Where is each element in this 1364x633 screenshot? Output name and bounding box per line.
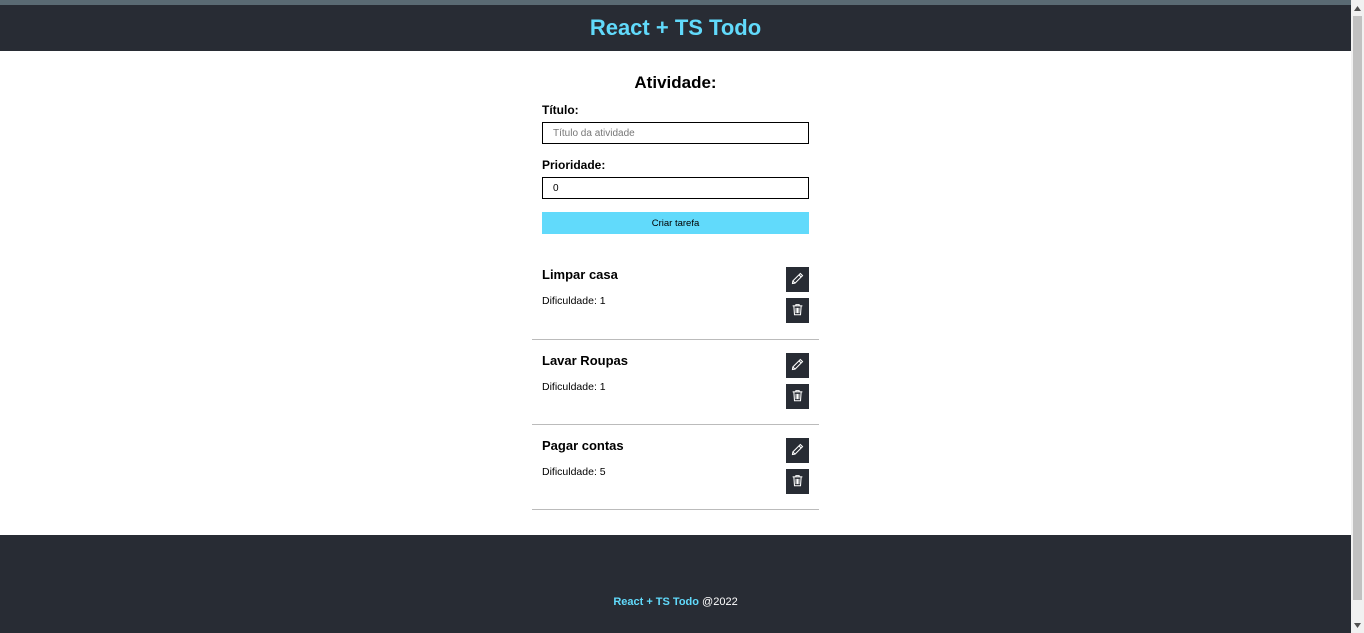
edit-task-button[interactable] xyxy=(786,353,809,378)
task-title: Limpar casa xyxy=(542,267,618,282)
delete-task-button[interactable] xyxy=(786,298,809,323)
pencil-icon xyxy=(791,272,804,288)
app-header: React + TS Todo xyxy=(0,5,1351,51)
task-item: Lavar Roupas Dificuldade: 1 xyxy=(532,340,819,425)
task-list: Limpar casa Dificuldade: 1 Lavar Roupas … xyxy=(532,254,819,510)
scrollbar-thumb[interactable] xyxy=(1353,16,1362,600)
pencil-icon xyxy=(791,443,804,459)
footer-brand: React + TS Todo xyxy=(613,596,699,608)
priority-input[interactable] xyxy=(542,177,809,199)
main-content: Atividade: Título: Prioridade: Criar tar… xyxy=(0,51,1351,535)
title-label: Título: xyxy=(542,103,579,117)
task-title: Pagar contas xyxy=(542,438,624,453)
pencil-icon xyxy=(791,358,804,374)
task-title: Lavar Roupas xyxy=(542,353,628,368)
task-form: Atividade: Título: Prioridade: Criar tar… xyxy=(542,72,809,234)
vertical-scrollbar[interactable] xyxy=(1351,0,1364,633)
task-difficulty: Dificuldade: 5 xyxy=(542,466,606,478)
task-item: Pagar contas Dificuldade: 5 xyxy=(532,425,819,510)
form-heading: Atividade: xyxy=(634,73,717,92)
title-input[interactable] xyxy=(542,122,809,144)
scroll-up-arrow-icon[interactable] xyxy=(1351,2,1364,14)
footer-year: @2022 xyxy=(702,596,738,608)
delete-task-button[interactable] xyxy=(786,384,809,409)
footer-text: React + TS Todo @2022 xyxy=(613,596,737,608)
app-page: React + TS Todo Atividade: Título: Prior… xyxy=(0,0,1351,633)
delete-task-button[interactable] xyxy=(786,469,809,494)
task-difficulty: Dificuldade: 1 xyxy=(542,295,606,307)
trash-icon xyxy=(791,474,804,490)
app-footer: React + TS Todo @2022 xyxy=(0,535,1351,633)
scroll-down-arrow-icon[interactable] xyxy=(1351,619,1364,631)
task-item: Limpar casa Dificuldade: 1 xyxy=(532,254,819,340)
task-difficulty: Dificuldade: 1 xyxy=(542,381,606,393)
priority-label: Prioridade: xyxy=(542,158,606,172)
create-task-button[interactable]: Criar tarefa xyxy=(542,212,809,234)
trash-icon xyxy=(791,389,804,405)
trash-icon xyxy=(791,303,804,319)
edit-task-button[interactable] xyxy=(786,267,809,292)
app-title: React + TS Todo xyxy=(589,15,762,40)
edit-task-button[interactable] xyxy=(786,438,809,463)
